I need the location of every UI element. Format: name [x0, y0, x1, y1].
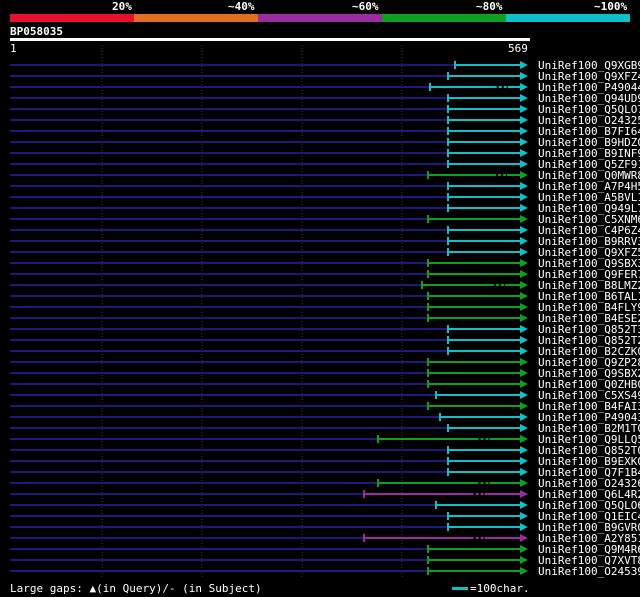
hit-arrow-icon	[520, 457, 528, 465]
hit-arrow-icon	[520, 138, 528, 146]
hit-arrow-icon	[520, 435, 528, 443]
scale-key: =100char.	[452, 582, 530, 595]
hit-arrow-icon	[520, 358, 528, 366]
hit-arrow-icon	[520, 303, 528, 311]
hit-alignments: UniRef100_Q9XGB9UniRef100_Q9XFZ4UniRef10…	[10, 45, 640, 578]
hit-arrow-icon	[520, 512, 528, 520]
hit-arrow-icon	[520, 380, 528, 388]
hit-arrow-icon	[520, 160, 528, 168]
scale-text: =100char.	[470, 582, 530, 595]
hit-arrow-icon	[520, 94, 528, 102]
hit-arrow-icon	[520, 468, 528, 476]
hit-arrow-icon	[520, 193, 528, 201]
hit-arrow-icon	[520, 347, 528, 355]
hit-arrow-icon	[520, 204, 528, 212]
hit-arrow-icon	[520, 149, 528, 157]
hit-arrow-icon	[520, 325, 528, 333]
hit-arrow-icon	[520, 391, 528, 399]
hit-arrow-icon	[520, 567, 528, 575]
hit-arrow-icon	[520, 402, 528, 410]
hit-arrow-icon	[520, 226, 528, 234]
hit-arrow-icon	[520, 446, 528, 454]
hit-arrow-icon	[520, 369, 528, 377]
hit-arrow-icon	[520, 215, 528, 223]
hit-arrow-icon	[520, 281, 528, 289]
hit-arrow-icon	[520, 556, 528, 564]
hit-arrow-icon	[520, 248, 528, 256]
hit-arrow-icon	[520, 127, 528, 135]
hit-arrow-icon	[520, 83, 528, 91]
hit-arrow-icon	[520, 523, 528, 531]
hit-arrow-icon	[520, 314, 528, 322]
hit-arrow-icon	[520, 545, 528, 553]
hit-arrow-icon	[520, 259, 528, 267]
hit-arrow-icon	[520, 72, 528, 80]
hit-arrow-icon	[520, 105, 528, 113]
hit-label: UniRef100_O24539	[538, 565, 640, 578]
hit-row: UniRef100_O24539	[10, 565, 640, 578]
hit-arrow-icon	[520, 237, 528, 245]
hit-arrow-icon	[520, 61, 528, 69]
gaps-legend: Large gaps: ▲(in Query)/- (in Subject)	[10, 582, 262, 595]
hit-arrow-icon	[520, 116, 528, 124]
hit-arrow-icon	[520, 534, 528, 542]
hit-arrow-icon	[520, 182, 528, 190]
hit-arrow-icon	[520, 336, 528, 344]
hit-arrow-icon	[520, 424, 528, 432]
hit-arrow-icon	[520, 292, 528, 300]
hit-arrow-icon	[520, 413, 528, 421]
scale-line	[452, 587, 468, 590]
hit-arrow-icon	[520, 501, 528, 509]
hit-arrow-icon	[520, 171, 528, 179]
hit-arrow-icon	[520, 479, 528, 487]
hit-arrow-icon	[520, 270, 528, 278]
hit-arrow-icon	[520, 490, 528, 498]
